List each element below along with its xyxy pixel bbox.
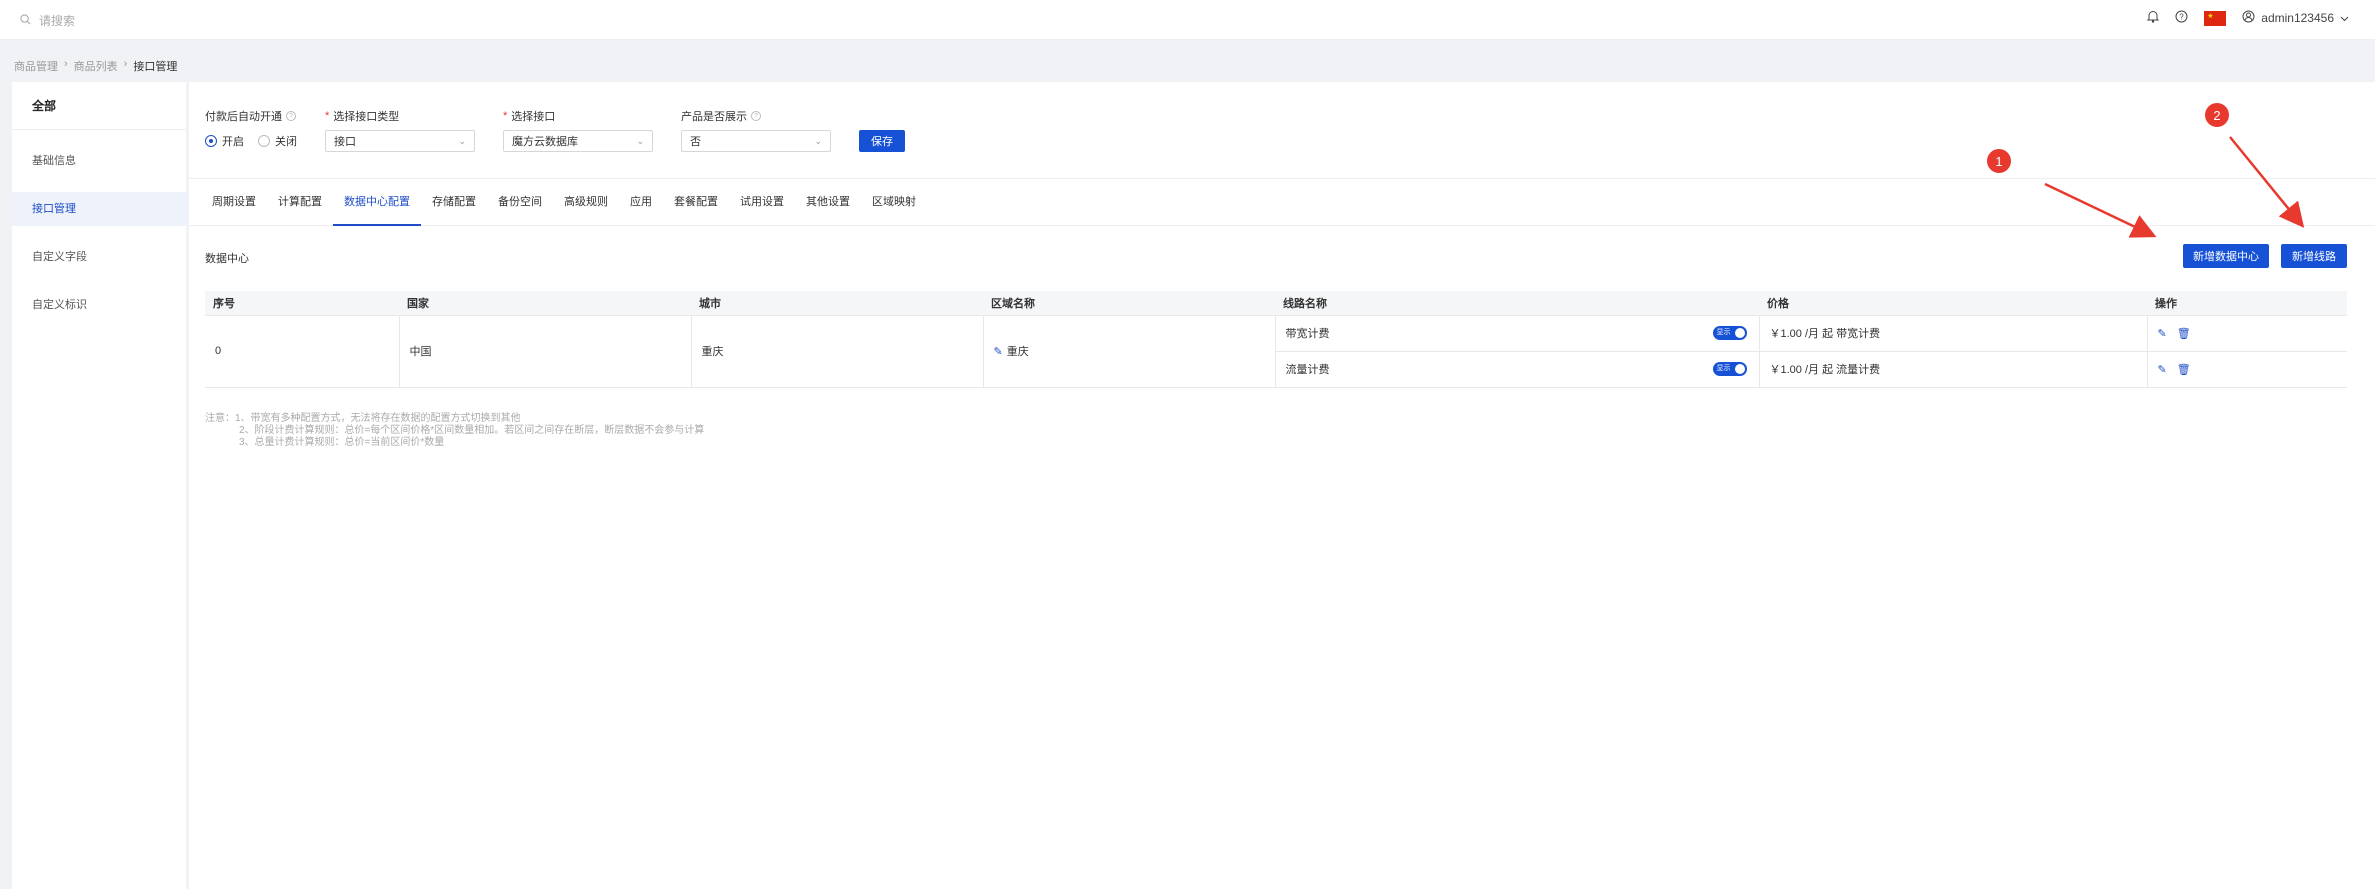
table-header-row: 序号 国家 城市 区域名称 线路名称 价格 操作: [205, 291, 2347, 316]
interface-type-label: * 选择接口类型: [325, 110, 400, 123]
product-display-select[interactable]: 否 ⌄: [681, 130, 831, 152]
auto-open-radios: 开启 关闭: [205, 130, 297, 152]
svg-text:?: ?: [2180, 13, 2185, 22]
interface-type-select[interactable]: 接口 ⌄: [325, 130, 475, 152]
edit-icon[interactable]: ✎: [2158, 327, 2167, 340]
note-item: 1、带宽有多种配置方式，无法将存在数据的配置方式切换到其他: [235, 413, 521, 424]
breadcrumb-item[interactable]: 商品列表: [74, 58, 118, 74]
notes-prefix: 注意：: [205, 413, 235, 424]
search-icon: [20, 13, 31, 28]
cell-city: 重庆: [691, 315, 984, 388]
user-menu[interactable]: admin123456: [2242, 10, 2349, 26]
tab-advanced-rules[interactable]: 高级规则: [553, 179, 619, 226]
radio-enable[interactable]: 开启: [205, 133, 244, 149]
radio-unchecked-icon: [258, 135, 270, 147]
notes: 注意：1、带宽有多种配置方式，无法将存在数据的配置方式切换到其他 2、阶段计费计…: [205, 413, 704, 449]
config-tabs: 周期设置 计算配置 数据中心配置 存储配置 备份空间 高级规则 应用 套餐配置 …: [189, 178, 2375, 226]
top-bar: 请搜索 ? admin123456: [0, 0, 2375, 40]
edit-icon[interactable]: ✎: [2158, 363, 2167, 376]
search-placeholder: 请搜索: [39, 14, 76, 28]
column-header: 线路名称: [1275, 291, 1759, 316]
tab-other-settings[interactable]: 其他设置: [795, 179, 861, 226]
sidebar-item-custom-tags[interactable]: 自定义标识: [12, 288, 186, 322]
chevron-down-icon: ⌄: [814, 135, 822, 146]
display-toggle[interactable]: 显示: [1712, 326, 1747, 340]
sidebar: 全部 基础信息 接口管理 自定义字段 自定义标识: [12, 82, 186, 889]
interface-label: * 选择接口: [503, 110, 556, 123]
display-toggle[interactable]: 显示: [1712, 362, 1747, 376]
add-datacenter-button[interactable]: 新增数据中心: [2183, 244, 2269, 268]
column-header: 国家: [399, 291, 691, 316]
tab-cycle-settings[interactable]: 周期设置: [201, 179, 267, 226]
radio-disable[interactable]: 关闭: [258, 133, 297, 149]
tab-compute-config[interactable]: 计算配置: [267, 179, 333, 226]
chevron-down-icon: ⌄: [636, 135, 644, 146]
note-item: 2、阶段计费计算规则：总价=每个区间价格*区间数量相加。若区间之间存在断层，断层…: [239, 425, 705, 436]
edit-region-icon[interactable]: ✎: [994, 346, 1003, 358]
cell-actions: ✎ 🗑: [2147, 351, 2347, 388]
interface-select[interactable]: 魔方云数据库 ⌄: [503, 130, 653, 152]
cell-actions: ✎ 🗑: [2147, 315, 2347, 352]
delete-icon[interactable]: 🗑: [2177, 327, 2191, 340]
help-icon: ?: [286, 111, 296, 121]
sidebar-item-basic-info[interactable]: 基础信息: [12, 144, 186, 178]
datacenter-table: 序号 国家 城市 区域名称 线路名称 价格 操作 0 中国 重庆 ✎ 重庆 带宽计…: [205, 291, 2347, 388]
help-icon: ?: [751, 111, 761, 121]
datacenter-section-title: 数据中心: [205, 253, 249, 265]
cell-country: 中国: [399, 315, 692, 388]
radio-checked-icon: [205, 135, 217, 147]
sidebar-item-custom-fields[interactable]: 自定义字段: [12, 240, 186, 274]
interface-type-group: * 选择接口类型 接口 ⌄: [325, 108, 475, 152]
note-item: 3、总量计费计算规则：总价=当前区间价*数量: [239, 437, 445, 448]
column-header: 城市: [691, 291, 983, 316]
breadcrumb-separator: ›: [123, 58, 128, 70]
tab-apps[interactable]: 应用: [619, 179, 663, 226]
auto-open-label: 付款后自动开通 ?: [205, 108, 297, 124]
user-icon: [2242, 10, 2255, 26]
cell-line-name: 带宽计费 显示: [1275, 315, 1760, 352]
column-header: 操作: [2147, 291, 2347, 316]
help-icon[interactable]: ?: [2175, 10, 2188, 26]
tab-region-mapping[interactable]: 区域映射: [861, 179, 927, 226]
product-display-label: 产品是否展示 ?: [681, 108, 831, 124]
interface-group: * 选择接口 魔方云数据库 ⌄: [503, 108, 653, 152]
cell-index: 0: [205, 315, 400, 388]
breadcrumb: 商品管理 › 商品列表 › 接口管理: [14, 58, 177, 74]
tab-backup-space[interactable]: 备份空间: [487, 179, 553, 226]
global-search[interactable]: 请搜索: [20, 12, 75, 29]
main-panel: 付款后自动开通 ? 开启 关闭 * 选择接口类型 接口 ⌄ * 选择接口 魔方云…: [189, 82, 2375, 889]
table-row: 0 中国 重庆 ✎重庆 带宽计费 显示 ￥1.00 /月 起 带宽计费 ✎ �: [205, 315, 2347, 388]
delete-icon[interactable]: 🗑: [2177, 363, 2191, 376]
cell-price: ￥1.00 /月 起 流量计费: [1759, 351, 2148, 388]
username: admin123456: [2261, 11, 2334, 25]
cell-price: ￥1.00 /月 起 带宽计费: [1759, 315, 2148, 352]
column-header: 序号: [205, 291, 399, 316]
tab-datacenter-config[interactable]: 数据中心配置: [333, 179, 421, 226]
column-header: 区域名称: [983, 291, 1275, 316]
chevron-down-icon: ⌄: [458, 135, 466, 146]
add-line-button[interactable]: 新增线路: [2281, 244, 2347, 268]
breadcrumb-current: 接口管理: [133, 61, 178, 73]
save-button[interactable]: 保存: [859, 130, 905, 152]
column-header: 价格: [1759, 291, 2147, 316]
tab-storage-config[interactable]: 存储配置: [421, 179, 487, 226]
cell-region: ✎ 重庆: [983, 315, 1276, 388]
cell-line-name: 流量计费 显示: [1275, 351, 1760, 388]
bell-icon[interactable]: [2147, 10, 2160, 26]
china-flag-icon[interactable]: [2204, 10, 2227, 26]
top-right-tools: ? admin123456: [2147, 10, 2349, 26]
auto-open-group: 付款后自动开通 ? 开启 关闭: [205, 108, 297, 152]
sidebar-all[interactable]: 全部: [12, 82, 186, 130]
breadcrumb-separator: ›: [64, 58, 68, 70]
product-display-group: 产品是否展示 ? 否 ⌄: [681, 108, 831, 152]
breadcrumb-item[interactable]: 商品管理: [14, 58, 58, 74]
interface-form: 付款后自动开通 ? 开启 关闭 * 选择接口类型 接口 ⌄ * 选择接口 魔方云…: [205, 108, 905, 152]
chevron-down-icon: [2340, 11, 2349, 25]
tab-package-config[interactable]: 套餐配置: [663, 179, 729, 226]
sidebar-item-interface-management[interactable]: 接口管理: [12, 192, 186, 226]
tab-trial-settings[interactable]: 试用设置: [729, 179, 795, 226]
